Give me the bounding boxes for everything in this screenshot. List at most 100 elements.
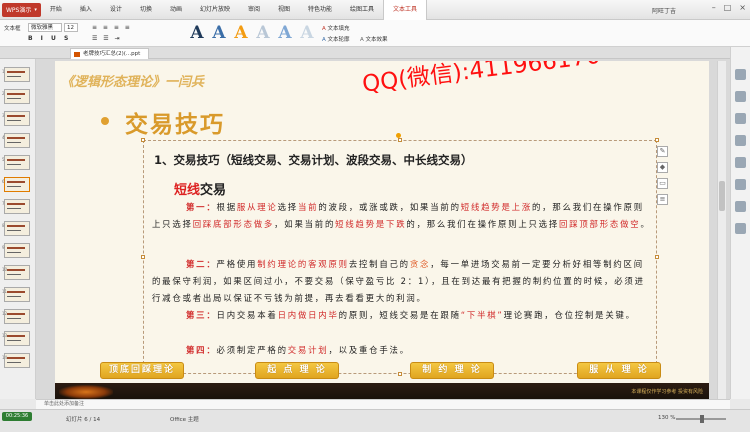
- user-name[interactable]: 阿旺丁吉: [652, 6, 676, 15]
- minimize-icon[interactable]: –: [712, 3, 716, 12]
- resize-handle-ne[interactable]: [655, 138, 659, 142]
- resize-handle-s[interactable]: [398, 372, 402, 376]
- textbox-style-label[interactable]: 文本框: [4, 24, 21, 32]
- font-size-select[interactable]: 12: [64, 23, 78, 32]
- slide-thumbnail-number: 2: [2, 91, 5, 96]
- thumbnail-title-bar: [7, 71, 25, 73]
- theory-button-2[interactable]: 起 点 理 论: [255, 362, 339, 379]
- animation-icon[interactable]: [735, 113, 746, 124]
- tab-design[interactable]: 设计: [101, 0, 131, 20]
- thumbnail-title-bar: [7, 115, 25, 117]
- slide-thumbnail-number: 1: [2, 69, 5, 74]
- slide-thumbnail[interactable]: 11: [2, 287, 30, 302]
- slide-heading[interactable]: 交易技巧: [125, 105, 225, 139]
- share-icon[interactable]: [735, 179, 746, 190]
- thumbnail-title-bar: [7, 137, 25, 139]
- slide-thumbnail[interactable]: 5: [2, 155, 30, 170]
- format-buttons[interactable]: B I U S: [28, 35, 71, 42]
- tab-review[interactable]: 审阅: [239, 0, 269, 20]
- backup-icon[interactable]: [735, 157, 746, 168]
- list-buttons[interactable]: ☰ ☰ ⇥: [92, 35, 122, 42]
- thumbnail-text-bar: [7, 296, 21, 297]
- slide-thumbnail[interactable]: 3: [2, 111, 30, 126]
- resize-handle-n[interactable]: [398, 138, 402, 142]
- help-icon[interactable]: [735, 223, 746, 234]
- edit-shape-icon[interactable]: ✎: [657, 146, 668, 157]
- text-outline-button[interactable]: A 文本轮廓: [322, 35, 350, 43]
- zoom-level[interactable]: 130 %: [658, 415, 675, 421]
- notes-pane[interactable]: 单击此处添加备注: [36, 399, 730, 409]
- slide-thumbnail[interactable]: 13: [2, 331, 30, 346]
- tab-text-tools[interactable]: 文本工具: [383, 0, 428, 20]
- text-fill-button[interactable]: A 文本填充: [322, 24, 350, 32]
- resize-handle-w[interactable]: [141, 255, 145, 259]
- wordart-style-4[interactable]: A: [254, 24, 272, 42]
- slide-thumbnail[interactable]: 12: [2, 309, 30, 324]
- zoom-slider-knob[interactable]: [700, 415, 704, 423]
- properties-icon[interactable]: [735, 91, 746, 102]
- selected-text-box[interactable]: 1、交易技巧（短线交易、交易计划、波段交易、中长线交易） 短线交易 第一：根据服…: [141, 133, 659, 376]
- tab-start[interactable]: 开始: [41, 0, 71, 20]
- thumbnail-text-bar: [7, 208, 21, 209]
- close-icon[interactable]: ×: [739, 3, 746, 12]
- wordart-style-2[interactable]: A: [210, 24, 228, 42]
- tab-insert[interactable]: 插入: [71, 0, 101, 20]
- thumbnail-title-bar: [7, 313, 25, 315]
- layers-icon[interactable]: ≡: [657, 194, 668, 205]
- thumbnail-title-bar: [7, 159, 25, 161]
- scrollbar-thumb[interactable]: [719, 181, 725, 211]
- transition-icon[interactable]: [735, 135, 746, 146]
- slide-thumbnail[interactable]: 2: [2, 89, 30, 104]
- tab-drawing-tools[interactable]: 绘图工具: [341, 0, 383, 20]
- document-tab[interactable]: 老牌技巧汇总(2)(...ppt: [70, 48, 150, 59]
- paragraph-buttons[interactable]: ≡ ≡ ≡ ≡: [92, 24, 132, 31]
- tools-icon[interactable]: [735, 201, 746, 212]
- wordart-style-6[interactable]: A: [298, 24, 316, 42]
- book-title: 《逻辑形态理论》一闫兵: [61, 75, 205, 90]
- tab-view[interactable]: 视图: [269, 0, 299, 20]
- fill-icon[interactable]: ◆: [657, 162, 668, 173]
- slide-thumbnail[interactable]: 4: [2, 133, 30, 148]
- font-name-select[interactable]: 微软雅黑: [28, 23, 62, 32]
- theme-name: Office 主题: [170, 417, 199, 423]
- slide-thumbnail[interactable]: 14: [2, 353, 30, 368]
- recording-timer: 00:25:36: [2, 412, 32, 421]
- text-fill-icon: A: [322, 26, 326, 32]
- new-icon[interactable]: [735, 69, 746, 80]
- wordart-style-3[interactable]: A: [232, 24, 250, 42]
- tab-animation[interactable]: 动画: [161, 0, 191, 20]
- tab-slideshow[interactable]: 幻灯片放映: [191, 0, 239, 20]
- outline-icon[interactable]: ▭: [657, 178, 668, 189]
- slide-thumbnail-number: 3: [2, 113, 5, 118]
- slide-thumbnail[interactable]: 9: [2, 243, 30, 258]
- paragraph-2: 第二：严格使用制约理论的客观原则去控制自己的贪念，每一单进场交易前一定要分析好相…: [152, 259, 645, 303]
- wordart-style-1[interactable]: A: [188, 24, 206, 42]
- resize-handle-e[interactable]: [655, 255, 659, 259]
- tab-transition[interactable]: 切换: [131, 0, 161, 20]
- slide-thumbnail[interactable]: 8: [2, 221, 30, 236]
- slide-thumbnail[interactable]: 10: [2, 265, 30, 280]
- theory-button-3[interactable]: 制 约 理 论: [410, 362, 494, 379]
- vertical-scrollbar[interactable]: [717, 61, 726, 399]
- text-effect-button[interactable]: A 文本效果: [360, 35, 388, 43]
- maximize-icon[interactable]: □: [724, 3, 732, 12]
- slide-thumbnail[interactable]: 1: [2, 67, 30, 82]
- current-slide[interactable]: 《逻辑形态理论》一闫兵 交易技巧 QQ(微信):411966170 1、交易技巧…: [55, 61, 709, 401]
- theory-button-4[interactable]: 服 从 理 论: [577, 362, 661, 379]
- theory-button-1[interactable]: 顶底回踩理论: [100, 362, 184, 379]
- slide-thumbnail-number: 8: [2, 223, 5, 228]
- resize-handle-nw[interactable]: [141, 138, 145, 142]
- wordart-style-5[interactable]: A: [276, 24, 294, 42]
- tab-features[interactable]: 特色功能: [299, 0, 341, 20]
- right-task-pane: [730, 47, 750, 399]
- slide-thumbnail[interactable]: 6: [2, 177, 30, 192]
- slide-thumbnail[interactable]: 7: [2, 199, 30, 214]
- app-menu-button[interactable]: WPS演示 ▾: [2, 2, 41, 17]
- thumbnail-text-bar: [7, 362, 21, 363]
- thumbnail-title-bar: [7, 291, 25, 293]
- thumbnail-title-bar: [7, 247, 25, 249]
- thumbnail-title-bar: [7, 269, 25, 271]
- slide-thumbnail-number: 4: [2, 135, 5, 140]
- section-title: 1、交易技巧（短线交易、交易计划、波段交易、中长线交易）: [154, 153, 473, 167]
- status-bar: 00:25:36 幻灯片 6 / 14 Office 主题 130 %: [0, 409, 750, 432]
